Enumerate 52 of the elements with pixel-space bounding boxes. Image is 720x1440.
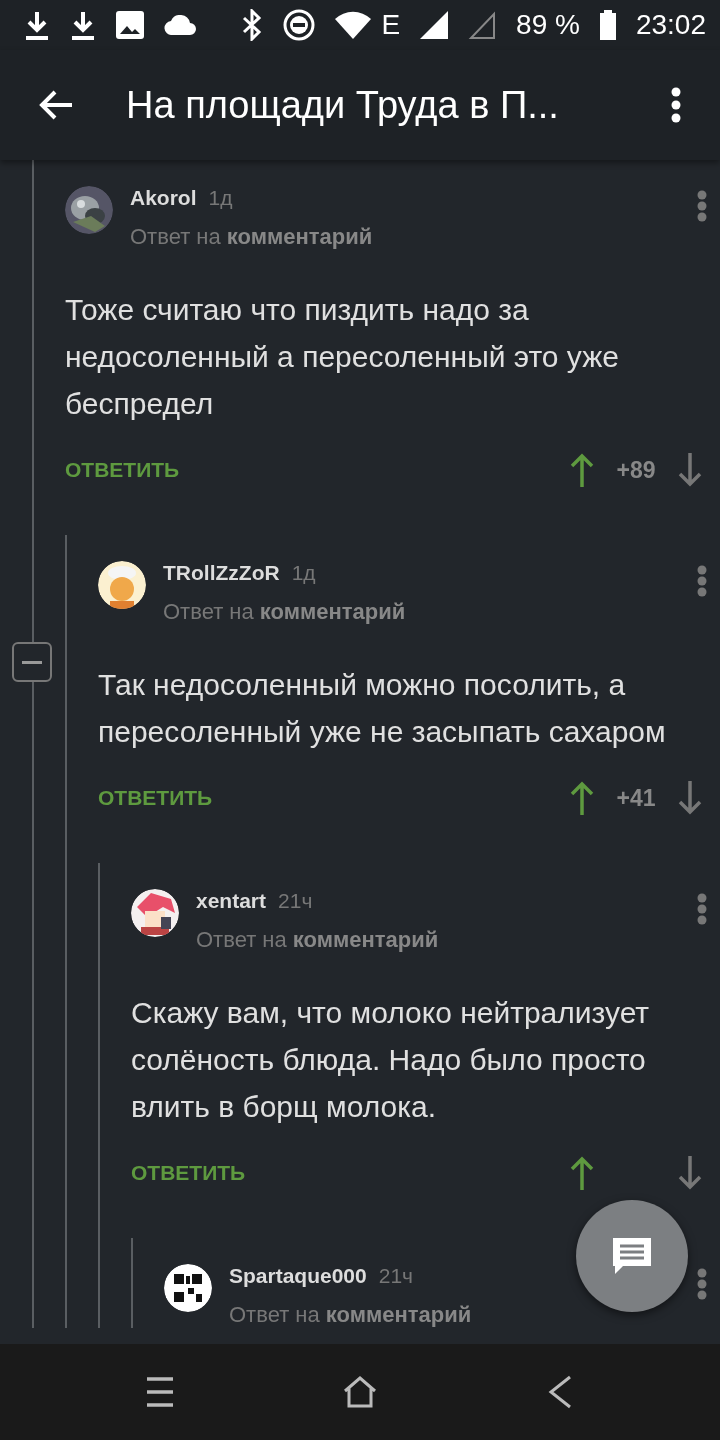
- comment-score: +89: [615, 456, 657, 484]
- comment-age: 1д: [208, 186, 233, 210]
- page-title: На площади Труда в П...: [126, 83, 560, 127]
- back-arrow-icon: [38, 89, 74, 121]
- download-icon: [70, 10, 96, 40]
- do-not-disturb-icon: [283, 9, 316, 41]
- comment-score: +41: [615, 784, 657, 812]
- reply-to-text: Ответ на комментарий: [229, 1302, 473, 1328]
- battery-icon: [599, 10, 616, 40]
- reply-to-text: Ответ на комментарий: [130, 224, 374, 250]
- image-icon: [116, 11, 144, 39]
- more-icon: [671, 87, 681, 123]
- comment-icon: [611, 1236, 653, 1276]
- more-icon: [697, 190, 707, 222]
- reply-to-text: Ответ на комментарий: [196, 927, 440, 953]
- author-name[interactable]: xentart: [196, 889, 267, 913]
- comment-age: 1д: [291, 561, 316, 585]
- reply-button[interactable]: ОТВЕТИТЬ: [65, 458, 564, 482]
- home-icon: [343, 1376, 377, 1408]
- up-arrow-icon: [570, 781, 594, 815]
- battery-level: 89 %: [516, 9, 580, 41]
- clock: 23:02: [635, 9, 706, 41]
- comment-text: Скажу вам, что молоко нейтрализует солёность блюда. Надо было просто влить в борщ молока.: [131, 995, 651, 1125]
- more-icon: [697, 1268, 707, 1300]
- bluetooth-icon: [241, 9, 264, 41]
- comment-text: Тоже считаю что пиздить надо за недосоленный а пересоленный это уже беспредел: [65, 292, 620, 422]
- reply-to-text: Ответ на комментарий: [163, 599, 407, 625]
- down-arrow-icon: [678, 781, 702, 815]
- network-type: E: [381, 9, 401, 41]
- reply-button[interactable]: ОТВЕТИТЬ: [98, 786, 564, 810]
- author-name[interactable]: Akorol: [130, 186, 197, 210]
- up-arrow-icon: [570, 453, 594, 487]
- back-chevron-icon: [548, 1375, 572, 1409]
- up-arrow-icon: [570, 1156, 594, 1190]
- comment-age: 21ч: [378, 1264, 414, 1288]
- wifi-icon: [335, 11, 372, 39]
- author-name[interactable]: TRollZzZoR: [163, 561, 280, 585]
- minus-icon: [22, 660, 42, 664]
- collapse-button[interactable]: [12, 642, 52, 682]
- reply-button[interactable]: ОТВЕТИТЬ: [131, 1161, 564, 1185]
- signal-icon: [468, 11, 497, 39]
- download-icon: [24, 10, 50, 40]
- down-arrow-icon: [678, 1156, 702, 1190]
- comment-text: Так недосоленный можно посолить, а пересоленный уже не засыпать сахаром: [98, 667, 667, 750]
- signal-icon: [420, 11, 449, 39]
- menu-icon: [145, 1376, 175, 1408]
- down-arrow-icon: [678, 453, 702, 487]
- cloud-icon: [164, 15, 196, 35]
- more-icon: [697, 893, 707, 925]
- comment-age: 21ч: [278, 889, 313, 913]
- author-name[interactable]: Spartaque000: [229, 1264, 367, 1288]
- more-icon: [697, 565, 707, 597]
